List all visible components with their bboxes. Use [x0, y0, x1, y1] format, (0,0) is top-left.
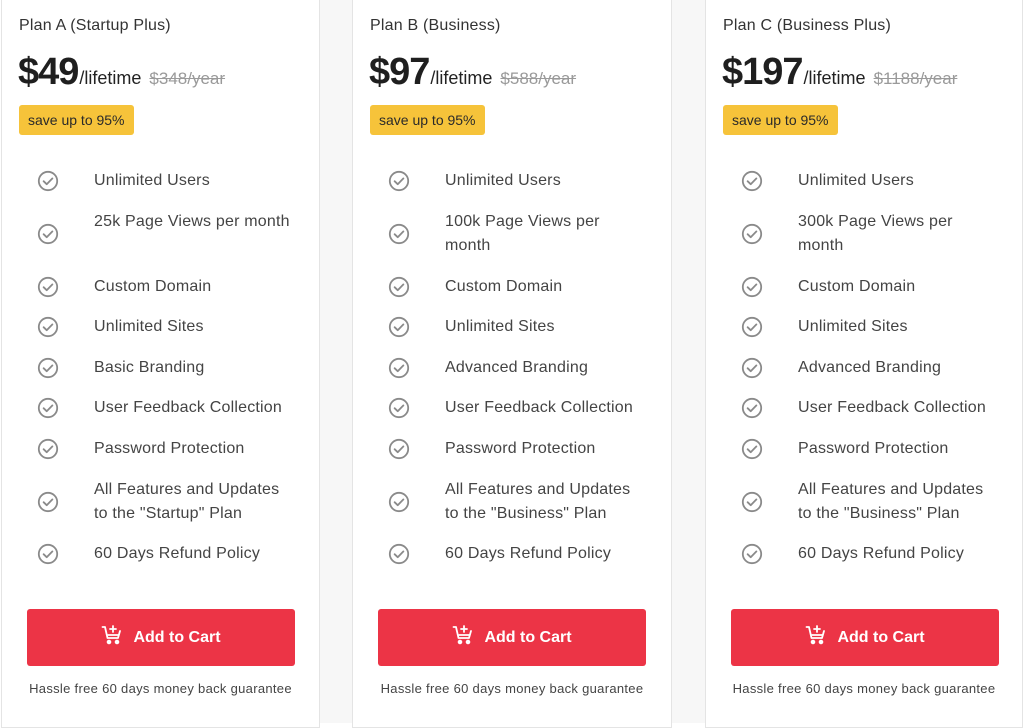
feature-text: 300k Page Views per month: [798, 213, 953, 254]
check-circle-icon: [741, 357, 763, 379]
feature-text: Password Protection: [798, 440, 949, 457]
check-circle-icon: [37, 223, 59, 245]
cart-plus-icon: [452, 624, 484, 651]
original-price: $1188/year: [873, 69, 958, 88]
save-badge: save up to 95%: [723, 105, 838, 135]
add-to-cart-label: Add to Cart: [484, 628, 572, 646]
feature-text: Unlimited Sites: [798, 318, 908, 335]
price: $197: [722, 51, 804, 93]
price-period: /lifetime: [803, 68, 866, 88]
price: $97: [369, 51, 430, 93]
feature-text: User Feedback Collection: [798, 399, 986, 416]
check-circle-icon: [741, 438, 763, 460]
guarantee-text: Hassle free 60 days money back guarantee: [29, 681, 292, 696]
guarantee-text: Hassle free 60 days money back guarantee: [380, 681, 644, 696]
check-circle-icon: [741, 491, 763, 513]
feature-text: Password Protection: [445, 440, 596, 457]
price-row: $197 /lifetime $1188/year: [722, 51, 957, 94]
feature-text: User Feedback Collection: [445, 399, 633, 416]
check-circle-icon: [37, 491, 59, 513]
feature-text: Basic Branding: [94, 359, 205, 376]
feature-text: 60 Days Refund Policy: [445, 545, 612, 562]
check-circle-icon: [388, 357, 410, 379]
feature-text: Custom Domain: [94, 278, 212, 295]
feature-text: Unlimited Users: [94, 172, 210, 189]
plan-name: Plan A (Startup Plus): [19, 17, 171, 34]
check-circle-icon: [37, 357, 59, 379]
check-circle-icon: [741, 316, 763, 338]
feature-text: Custom Domain: [798, 278, 916, 295]
feature-text: Unlimited Users: [445, 172, 561, 189]
feature-text: Custom Domain: [445, 278, 563, 295]
check-circle-icon: [388, 276, 410, 298]
check-circle-icon: [741, 397, 763, 419]
original-price: $588/year: [500, 69, 577, 88]
feature-text: User Feedback Collection: [94, 399, 282, 416]
feature-text: Password Protection: [94, 440, 245, 457]
feature-text: Advanced Branding: [798, 359, 942, 376]
price-row: $49 /lifetime $348/year: [18, 51, 225, 94]
feature-text: 100k Page Views per month: [445, 213, 600, 254]
save-badge: save up to 95%: [370, 105, 485, 135]
plan-name: Plan C (Business Plus): [723, 17, 892, 34]
check-circle-icon: [388, 438, 410, 460]
feature-text: All Features and Updates to the "Busines…: [445, 481, 631, 522]
feature-text: Advanced Branding: [445, 359, 589, 376]
price-period: /lifetime: [430, 68, 493, 88]
original-price: $348/year: [149, 69, 226, 88]
guarantee-text: Hassle free 60 days money back guarantee: [732, 681, 996, 696]
feature-text: Unlimited Sites: [94, 318, 204, 335]
add-to-cart-button[interactable]: Add to Cart: [378, 609, 646, 666]
check-circle-icon: [741, 276, 763, 298]
add-to-cart-button[interactable]: Add to Cart: [731, 609, 999, 666]
pricing-card: Plan A (Startup Plus) $49 /lifetime $348…: [1, 0, 320, 728]
check-circle-icon: [388, 170, 410, 192]
check-circle-icon: [388, 491, 410, 513]
pricing-card: Plan C (Business Plus) $197 /lifetime $1…: [705, 0, 1023, 728]
check-circle-icon: [388, 223, 410, 245]
save-badge: save up to 95%: [19, 105, 134, 135]
check-circle-icon: [37, 397, 59, 419]
check-circle-icon: [388, 543, 410, 565]
check-circle-icon: [388, 316, 410, 338]
price-row: $97 /lifetime $588/year: [369, 51, 576, 94]
feature-text: Unlimited Sites: [445, 318, 555, 335]
add-to-cart-button[interactable]: Add to Cart: [27, 609, 295, 666]
pricing-card: Plan B (Business) $97 /lifetime $588/yea…: [352, 0, 672, 728]
check-circle-icon: [37, 316, 59, 338]
add-to-cart-label: Add to Cart: [837, 628, 925, 646]
feature-text: 60 Days Refund Policy: [94, 545, 261, 562]
check-circle-icon: [37, 543, 59, 565]
check-circle-icon: [37, 276, 59, 298]
price-period: /lifetime: [79, 68, 142, 88]
cart-plus-icon: [805, 624, 837, 651]
check-circle-icon: [37, 438, 59, 460]
feature-text: All Features and Updates to the "Startup…: [94, 481, 280, 522]
feature-text: 25k Page Views per month: [94, 213, 290, 230]
feature-text: All Features and Updates to the "Busines…: [798, 481, 984, 522]
check-circle-icon: [741, 543, 763, 565]
feature-text: 60 Days Refund Policy: [798, 545, 965, 562]
add-to-cart-label: Add to Cart: [133, 628, 221, 646]
price: $49: [18, 51, 79, 93]
cart-plus-icon: [101, 624, 133, 651]
check-circle-icon: [388, 397, 410, 419]
feature-text: Unlimited Users: [798, 172, 914, 189]
check-circle-icon: [741, 170, 763, 192]
plan-name: Plan B (Business): [370, 17, 501, 34]
check-circle-icon: [741, 223, 763, 245]
check-circle-icon: [37, 170, 59, 192]
